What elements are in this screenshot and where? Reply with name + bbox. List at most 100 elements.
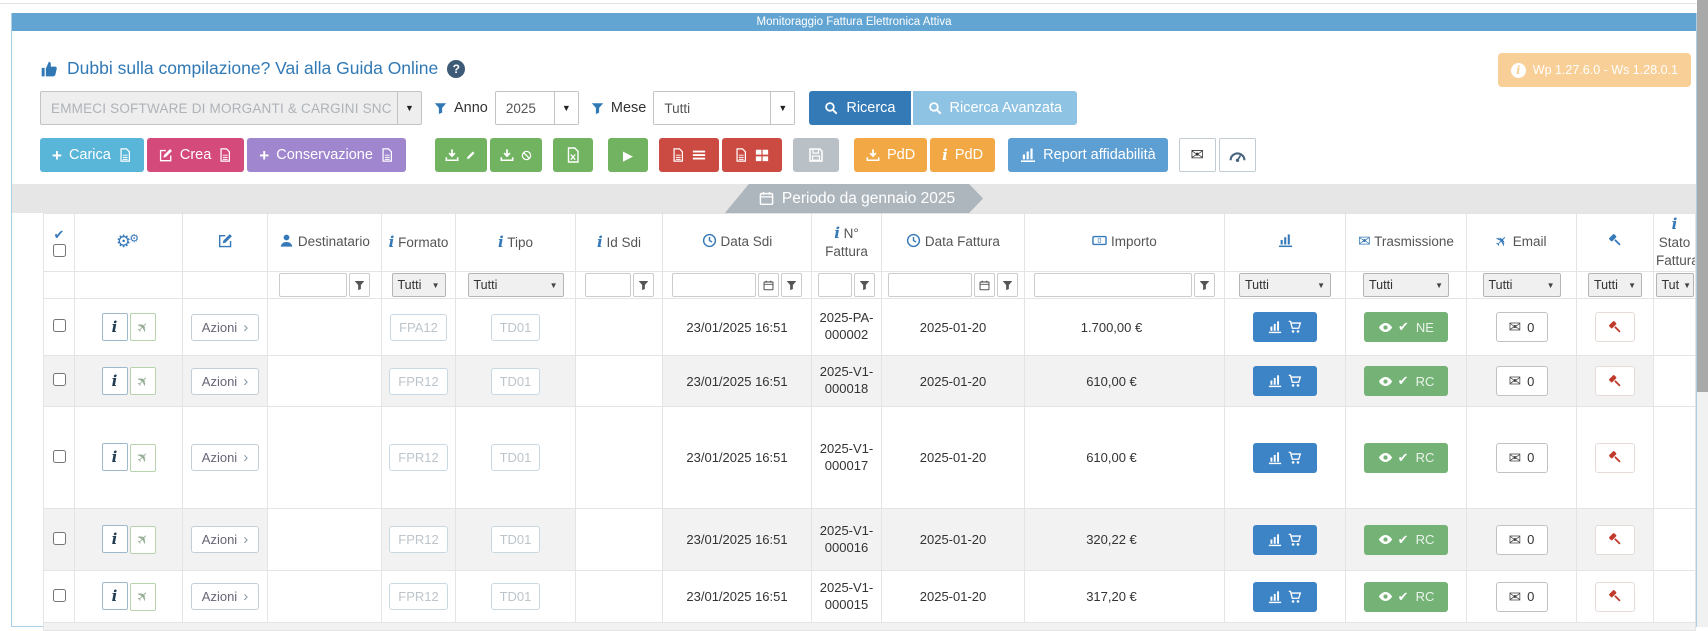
filter-importo-funnel-button[interactable] [1194, 273, 1215, 297]
filter-stato-select[interactable]: Tut ▼ [1655, 273, 1694, 297]
pdd-info-button[interactable]: i PdD [930, 138, 996, 172]
trasmissione-status-button[interactable]: ✔ RC [1364, 581, 1448, 612]
info-icon: i [834, 223, 840, 242]
select-all-checkbox[interactable] [52, 244, 66, 257]
info-button[interactable]: i [101, 582, 128, 611]
filter-data-sdi-input[interactable] [672, 273, 756, 297]
row-checkbox[interactable] [52, 373, 66, 386]
filter-data-sdi-funnel-button[interactable] [781, 273, 802, 297]
gavel-button[interactable] [1595, 442, 1635, 473]
filter-chart-select[interactable]: Tutti ▼ [1239, 273, 1331, 297]
table-row: i ✈ Azioni › FPR12 TD01 23/01/2025 16:51 2… [43, 508, 1696, 571]
company-select[interactable]: EMMECI SOFTWARE DI MORGANTI & CARGINI SN… [40, 91, 422, 125]
filter-tipo-select[interactable]: Tutti ▼ [467, 273, 564, 297]
envelope-icon: ✉ [1358, 233, 1371, 251]
gavel-button[interactable] [1595, 312, 1635, 342]
trasmissione-status-button[interactable]: ✔ RC [1364, 524, 1448, 555]
ricerca-avanzata-button[interactable]: Ricerca Avanzata [912, 91, 1078, 125]
info-button[interactable]: i [101, 312, 128, 341]
clock-icon [906, 234, 921, 249]
send-button[interactable]: ✈ [129, 525, 156, 554]
filter-importo-input[interactable] [1034, 273, 1192, 297]
email-count-button[interactable]: ✉ 0 [1495, 366, 1548, 396]
chart-cart-button[interactable] [1253, 312, 1317, 342]
azioni-button[interactable]: Azioni › [190, 526, 260, 553]
azioni-button[interactable]: Azioni › [190, 367, 260, 395]
send-button[interactable]: ✈ [129, 443, 156, 472]
gauge-icon [1229, 147, 1246, 164]
chart-cart-button[interactable] [1253, 442, 1317, 473]
filter-destinatario-input[interactable] [279, 273, 347, 297]
filter-email-select[interactable]: Tutti ▼ [1482, 273, 1561, 297]
pdf-grid-button[interactable] [721, 138, 782, 172]
azioni-button[interactable]: Azioni › [190, 583, 260, 610]
filter-gavel-select[interactable]: Tutti ▼ [1588, 273, 1642, 297]
report-affidabilita-button[interactable]: Report affidabilità [1008, 138, 1168, 172]
dashboard-button[interactable] [1218, 138, 1256, 172]
filter-data-fattura-calendar-button[interactable] [974, 273, 995, 297]
period-ribbon: Periodo da gennaio 2025 [725, 184, 983, 213]
download-edit-button[interactable] [434, 138, 487, 172]
azioni-button[interactable]: Azioni › [190, 313, 260, 341]
formato-value: FPR12 [389, 583, 448, 610]
chart-cart-button[interactable] [1253, 524, 1317, 555]
send-button[interactable]: ✈ [129, 367, 156, 396]
crea-button[interactable]: Crea [146, 138, 245, 172]
save-button[interactable] [792, 138, 839, 172]
filter-n-fattura-input[interactable] [818, 273, 852, 297]
row-checkbox[interactable] [52, 319, 66, 332]
azioni-button[interactable]: Azioni › [190, 444, 260, 471]
pdd-download-button[interactable]: PdD [853, 138, 928, 172]
gavel-button[interactable] [1595, 581, 1635, 612]
email-count-button[interactable]: ✉ 0 [1495, 312, 1548, 342]
download-cancel-button[interactable] [489, 138, 542, 172]
filter-n-fattura-funnel-button[interactable] [854, 273, 875, 297]
row-checkbox[interactable] [52, 588, 66, 602]
question-circle-icon[interactable]: ? [447, 59, 466, 78]
send-button[interactable]: ✈ [129, 582, 156, 611]
trasmissione-status-button[interactable]: ✔ NE [1364, 312, 1448, 342]
anno-select[interactable]: 2025 ▼ [494, 91, 579, 125]
document-icon [380, 148, 394, 162]
filter-trasmissione-select[interactable]: Tutti ▼ [1363, 273, 1449, 297]
row-checkbox[interactable] [52, 449, 66, 463]
pdf-list-button[interactable] [658, 138, 719, 172]
email-count-button[interactable]: ✉ 0 [1495, 442, 1548, 473]
info-button[interactable]: i [101, 443, 128, 472]
ricerca-button[interactable]: Ricerca [809, 91, 911, 125]
trasmissione-status-button[interactable]: ✔ RC [1364, 366, 1448, 396]
filter-id-sdi-input[interactable] [584, 273, 631, 297]
plus-icon: + [52, 145, 62, 165]
trasmissione-status-button[interactable]: ✔ RC [1364, 442, 1448, 473]
scrollbar-thumb[interactable] [1697, 0, 1708, 392]
conservazione-button[interactable]: + Conservazione [247, 138, 406, 172]
filter-data-fattura-funnel-button[interactable] [997, 273, 1018, 297]
chart-cart-button[interactable] [1253, 366, 1317, 396]
filter-destinatario-funnel-button[interactable] [349, 273, 370, 297]
run-button[interactable]: ▶ [607, 138, 648, 172]
email-toolbar-button[interactable]: ✉ [1178, 138, 1216, 172]
info-button[interactable]: i [101, 525, 128, 554]
send-button[interactable]: ✈ [129, 313, 156, 342]
period-text: Periodo da gennaio 2025 [781, 189, 956, 207]
caret-down-icon: ▼ [1435, 280, 1443, 290]
importo-value: 610,00 € [1024, 355, 1225, 407]
filter-data-sdi-calendar-button[interactable] [758, 273, 779, 297]
carica-button[interactable]: + Carica [40, 138, 144, 172]
info-button[interactable]: i [101, 366, 128, 395]
filter-formato-select[interactable]: Tutti ▼ [391, 273, 446, 297]
email-count-button[interactable]: ✉ 0 [1495, 524, 1548, 555]
guide-link[interactable]: Dubbi sulla compilazione? Vai alla Guida… [40, 58, 1696, 79]
paper-plane-icon: ✈ [132, 371, 152, 391]
gavel-button[interactable] [1595, 366, 1635, 396]
gavel-button[interactable] [1595, 524, 1635, 555]
chart-cart-button[interactable] [1253, 581, 1317, 612]
mese-select[interactable]: Tutti ▼ [653, 91, 796, 125]
filter-id-sdi-funnel-button[interactable] [632, 273, 654, 297]
row-checkbox[interactable] [52, 531, 66, 545]
excel-export-button[interactable] [552, 138, 593, 172]
formato-value: FPR12 [389, 444, 448, 471]
email-count-button[interactable]: ✉ 0 [1495, 581, 1548, 612]
filter-data-fattura-input[interactable] [888, 273, 972, 297]
page-scrollbar[interactable] [1697, 0, 1708, 627]
